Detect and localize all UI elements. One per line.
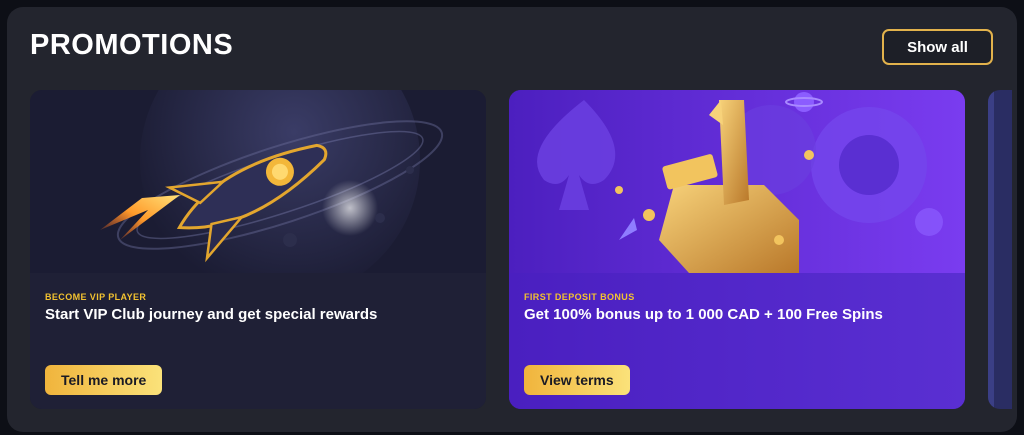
rocket-illustration — [30, 90, 486, 273]
view-terms-button[interactable]: View terms — [524, 365, 630, 395]
promo-card-first-deposit[interactable]: FIRST DEPOSIT BONUS Get 100% bonus up to… — [509, 90, 965, 409]
promo-card-info: FIRST DEPOSIT BONUS Get 100% bonus up to… — [509, 273, 965, 409]
section-title: PROMOTIONS — [30, 29, 234, 61]
promo-card-vip[interactable]: BECOME VIP PLAYER Start VIP Club journey… — [30, 90, 486, 409]
promo-kicker: BECOME VIP PLAYER — [45, 292, 147, 302]
promotions-section: PROMOTIONS Show all BECOME VIP PLAYER St… — [7, 7, 1017, 432]
promo-headline: Get 100% bonus up to 1 000 CAD + 100 Fre… — [524, 306, 883, 323]
tell-me-more-button[interactable]: Tell me more — [45, 365, 163, 395]
next-promo-card-peek[interactable] — [988, 90, 1012, 409]
promo-kicker: FIRST DEPOSIT BONUS — [524, 292, 635, 302]
promo-headline: Start VIP Club journey and get special r… — [45, 306, 378, 323]
show-all-button[interactable]: Show all — [882, 29, 993, 65]
number-one-trophy-illustration — [509, 90, 965, 273]
promo-card-info: BECOME VIP PLAYER Start VIP Club journey… — [30, 273, 486, 409]
